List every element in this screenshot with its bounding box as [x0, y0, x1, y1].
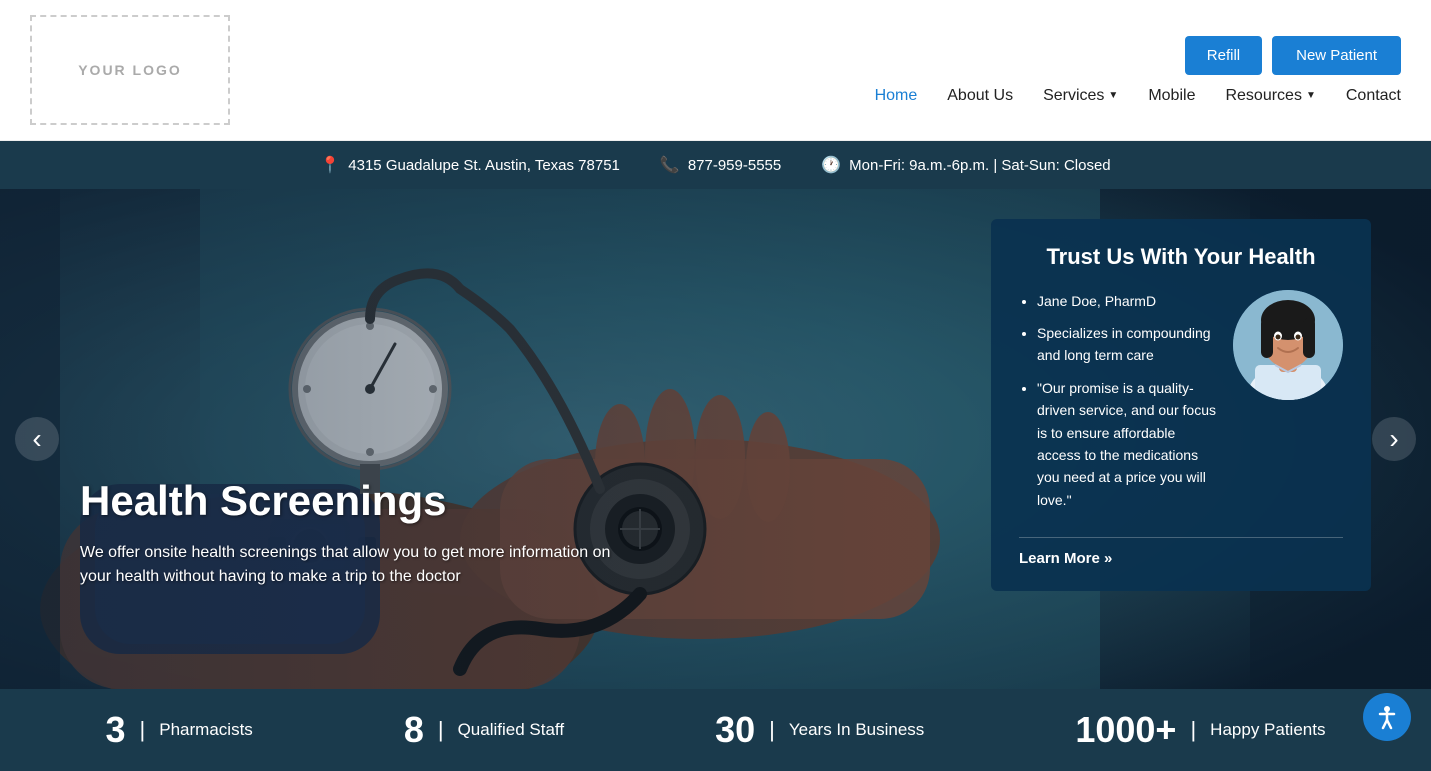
resources-dropdown-arrow: ▼: [1306, 90, 1316, 101]
refill-button[interactable]: Refill: [1185, 36, 1262, 75]
trust-card-list: Jane Doe, PharmD Specializes in compound…: [1019, 290, 1217, 512]
trust-card-divider: [1019, 537, 1343, 538]
carousel-prev-button[interactable]: ‹: [15, 417, 59, 461]
trust-bullet-3: "Our promise is a quality-driven service…: [1037, 377, 1217, 511]
location-icon: 📍: [320, 155, 340, 175]
stat-staff: 8 | Qualified Staff: [404, 709, 564, 751]
accessibility-button[interactable]: [1363, 693, 1411, 741]
carousel-next-button[interactable]: ›: [1372, 417, 1416, 461]
trust-card-text: Jane Doe, PharmD Specializes in compound…: [1019, 290, 1217, 522]
phone-icon: 📞: [660, 155, 680, 175]
nav-about[interactable]: About Us: [947, 87, 1013, 105]
stat-pharmacists: 3 | Pharmacists: [106, 709, 253, 751]
nav-home[interactable]: Home: [875, 87, 918, 105]
stat-patients-label: Happy Patients: [1210, 720, 1325, 740]
stat-pharmacists-number: 3: [106, 709, 126, 751]
nav-resources[interactable]: Resources ▼: [1225, 87, 1315, 105]
stat-patients-number: 1000+: [1075, 709, 1176, 751]
trust-card-title: Trust Us With Your Health: [1019, 243, 1343, 272]
pharmacist-avatar: [1233, 290, 1343, 400]
stat-pharmacists-label: Pharmacists: [159, 720, 253, 740]
stat-patients: 1000+ | Happy Patients: [1075, 709, 1325, 751]
learn-more-button[interactable]: Learn More »: [1019, 550, 1343, 567]
stat-staff-label: Qualified Staff: [458, 720, 564, 740]
new-patient-button[interactable]: New Patient: [1272, 36, 1401, 75]
hero-content: Health Screenings We offer onsite health…: [80, 477, 630, 589]
trust-card: Trust Us With Your Health Jane Doe, Phar…: [991, 219, 1371, 591]
info-address: 📍 4315 Guadalupe St. Austin, Texas 78751: [320, 155, 620, 175]
stat-staff-number: 8: [404, 709, 424, 751]
trust-card-inner: Jane Doe, PharmD Specializes in compound…: [1019, 290, 1343, 522]
main-nav: Home About Us Services ▼ Mobile Resource…: [875, 87, 1401, 105]
clock-icon: 🕐: [821, 155, 841, 175]
nav-services[interactable]: Services ▼: [1043, 87, 1118, 105]
hero-description: We offer onsite health screenings that a…: [80, 541, 630, 589]
stats-bar: 3 | Pharmacists 8 | Qualified Staff 30 |…: [0, 689, 1431, 771]
nav-contact[interactable]: Contact: [1346, 87, 1401, 105]
stat-years-label: Years In Business: [789, 720, 924, 740]
stat-years-number: 30: [715, 709, 755, 751]
header-right: Refill New Patient Home About Us Service…: [875, 36, 1401, 105]
logo: YOUR LOGO: [30, 15, 230, 125]
hero-section: ‹ Health Screenings We offer onsite heal…: [0, 189, 1431, 689]
stat-years: 30 | Years In Business: [715, 709, 924, 751]
trust-bullet-2: Specializes in compounding and long term…: [1037, 322, 1217, 367]
info-bar: 📍 4315 Guadalupe St. Austin, Texas 78751…: [0, 141, 1431, 189]
info-hours: 🕐 Mon-Fri: 9a.m.-6p.m. | Sat-Sun: Closed: [821, 155, 1110, 175]
nav-mobile[interactable]: Mobile: [1148, 87, 1195, 105]
services-dropdown-arrow: ▼: [1108, 90, 1118, 101]
trust-bullet-1: Jane Doe, PharmD: [1037, 290, 1217, 312]
header: YOUR LOGO Refill New Patient Home About …: [0, 0, 1431, 141]
info-phone: 📞 877-959-5555: [660, 155, 781, 175]
hero-title: Health Screenings: [80, 477, 630, 525]
header-buttons: Refill New Patient: [1185, 36, 1401, 75]
